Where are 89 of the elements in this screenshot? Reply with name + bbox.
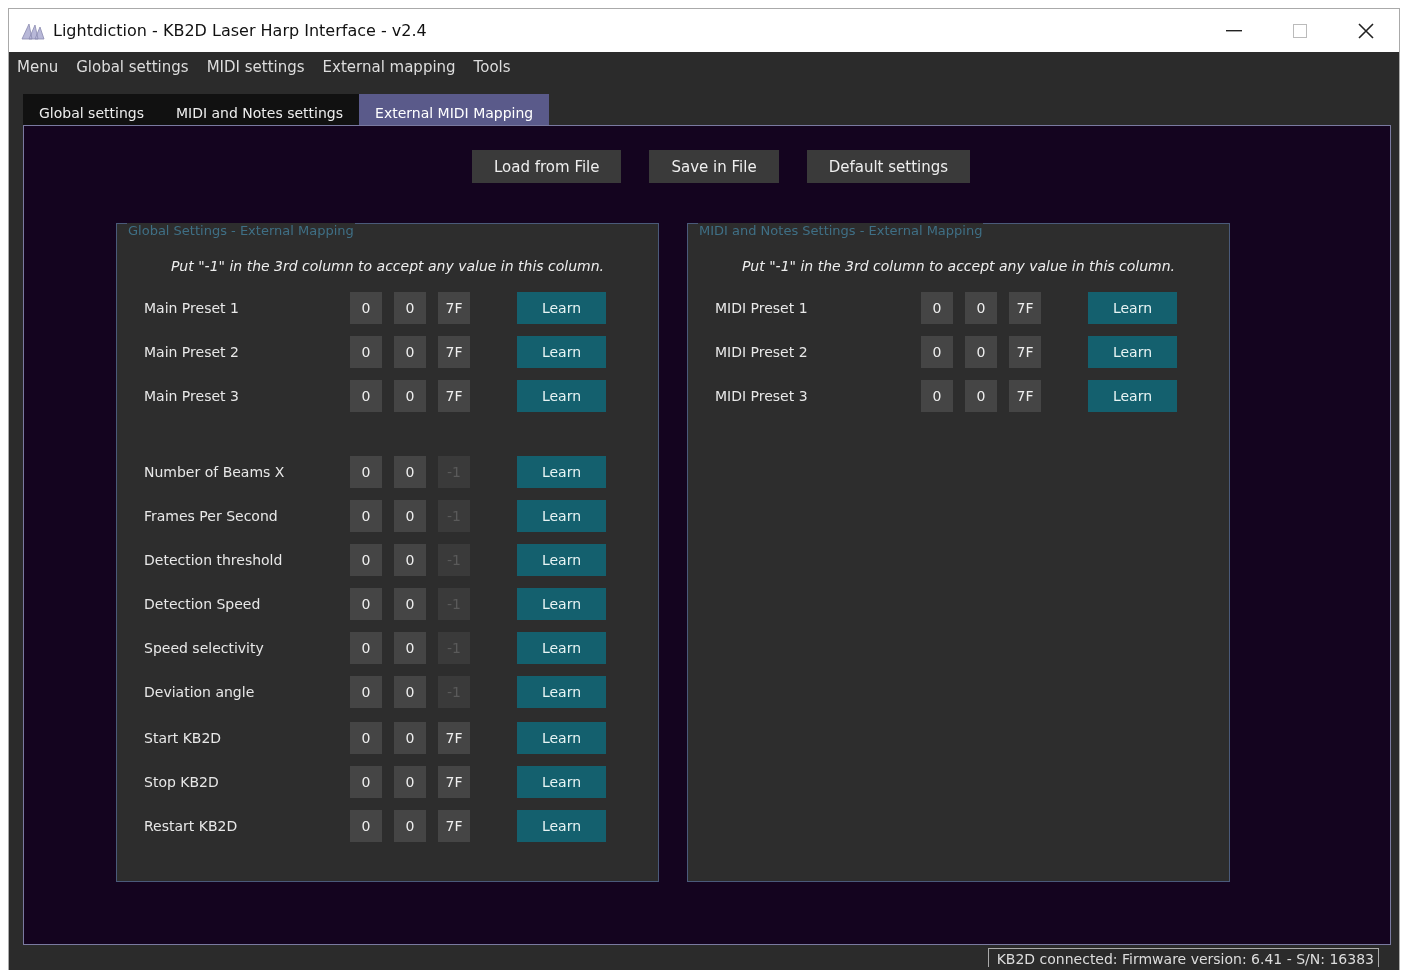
value-field[interactable]: 0: [394, 336, 426, 368]
learn-button[interactable]: Learn: [517, 336, 606, 368]
row-label: MIDI Preset 3: [715, 388, 809, 404]
learn-button[interactable]: Learn: [1088, 336, 1177, 368]
row-label: MIDI Preset 1: [715, 300, 809, 316]
hint-text: Put "-1" in the 3rd column to accept any value in this column.: [740, 258, 1177, 274]
minimize-icon[interactable]: [1226, 29, 1242, 32]
value-field[interactable]: 0: [350, 544, 382, 576]
row-label: Start KB2D: [144, 730, 223, 746]
value-field[interactable]: 0: [394, 588, 426, 620]
row-label: Restart KB2D: [144, 818, 239, 834]
menu-item[interactable]: Tools: [473, 58, 520, 76]
value-field[interactable]: 0: [350, 292, 382, 324]
learn-button[interactable]: Learn: [517, 722, 606, 754]
triangles-logo-icon: [21, 21, 45, 40]
value-field[interactable]: 7F: [438, 722, 470, 754]
learn-button[interactable]: Learn: [1088, 380, 1177, 412]
value-field[interactable]: 0: [394, 722, 426, 754]
value-field[interactable]: 0: [350, 676, 382, 708]
learn-button[interactable]: Learn: [517, 676, 606, 708]
row-label: Deviation angle: [144, 684, 256, 700]
value-field[interactable]: 0: [394, 676, 426, 708]
window-title: Lightdiction - KB2D Laser Harp Interface - v2.4: [53, 21, 428, 40]
learn-button[interactable]: Learn: [517, 810, 606, 842]
value-field[interactable]: 7F: [438, 336, 470, 368]
value-field[interactable]: 0: [350, 588, 382, 620]
value-field[interactable]: 7F: [438, 810, 470, 842]
row-label: Number of Beams X: [144, 464, 286, 480]
status-text: KB2D connected: Firmware version: 6.41 - S/N: 16383: [987, 948, 1379, 967]
value-field[interactable]: 0: [394, 292, 426, 324]
tab[interactable]: External MIDI Mapping: [359, 94, 550, 125]
row-label: Detection Speed: [144, 596, 262, 612]
value-field[interactable]: 0: [394, 380, 426, 412]
value-field[interactable]: 0: [350, 336, 382, 368]
action-button[interactable]: Save in File: [649, 150, 779, 183]
action-button[interactable]: Load from File: [471, 150, 622, 183]
menu-item[interactable]: MIDI settings: [206, 58, 314, 76]
hint-text: Put "-1" in the 3rd column to accept any value in this column.: [169, 258, 606, 274]
value-field[interactable]: 0: [394, 500, 426, 532]
learn-button[interactable]: Learn: [517, 456, 606, 488]
value-field[interactable]: 0: [350, 722, 382, 754]
learn-button[interactable]: Learn: [517, 632, 606, 664]
learn-button[interactable]: Learn: [517, 380, 606, 412]
value-field[interactable]: 7F: [438, 766, 470, 798]
row-label: Main Preset 3: [144, 388, 240, 404]
menu-item[interactable]: Menu: [17, 58, 68, 76]
value-field[interactable]: 0: [394, 632, 426, 664]
menu-item[interactable]: External mapping: [322, 58, 465, 76]
row-label: MIDI Preset 2: [715, 344, 809, 360]
value-field[interactable]: 0: [394, 456, 426, 488]
value-field[interactable]: 0: [921, 292, 953, 324]
value-field[interactable]: 7F: [1009, 336, 1041, 368]
row-label: Stop KB2D: [144, 774, 220, 790]
menu-item[interactable]: Global settings: [76, 58, 198, 76]
value-field[interactable]: 0: [350, 500, 382, 532]
value-field[interactable]: 0: [921, 336, 953, 368]
value-field[interactable]: 0: [350, 456, 382, 488]
value-field[interactable]: 0: [394, 766, 426, 798]
tab[interactable]: Global settings: [23, 94, 160, 125]
value-field[interactable]: 0: [350, 632, 382, 664]
tab[interactable]: MIDI and Notes settings: [159, 94, 360, 125]
value-field[interactable]: 0: [350, 766, 382, 798]
learn-button[interactable]: Learn: [517, 292, 606, 324]
value-field[interactable]: 7F: [438, 380, 470, 412]
close-icon[interactable]: [1358, 22, 1374, 39]
learn-button[interactable]: Learn: [517, 500, 606, 532]
value-field[interactable]: 7F: [438, 292, 470, 324]
row-label: Main Preset 1: [144, 300, 240, 316]
row-label: Frames Per Second: [144, 508, 279, 524]
row-label: Main Preset 2: [144, 344, 240, 360]
value-field[interactable]: 7F: [1009, 380, 1041, 412]
value-field[interactable]: 0: [965, 380, 997, 412]
learn-button[interactable]: Learn: [517, 588, 606, 620]
value-field[interactable]: 0: [394, 544, 426, 576]
value-field[interactable]: 0: [921, 380, 953, 412]
action-button[interactable]: Default settings: [806, 150, 971, 183]
learn-button[interactable]: Learn: [517, 766, 606, 798]
panel-title: Global Settings - External Mapping: [127, 223, 355, 238]
learn-button[interactable]: Learn: [1088, 292, 1177, 324]
value-field[interactable]: 0: [350, 810, 382, 842]
row-label: Speed selectivity: [144, 640, 265, 656]
learn-button[interactable]: Learn: [517, 544, 606, 576]
panel-title: MIDI and Notes Settings - External Mapping: [698, 223, 984, 238]
value-field[interactable]: 0: [965, 336, 997, 368]
value-field[interactable]: 7F: [1009, 292, 1041, 324]
value-field[interactable]: 0: [394, 810, 426, 842]
row-label: Detection threshold: [144, 552, 284, 568]
value-field[interactable]: 0: [350, 380, 382, 412]
value-field[interactable]: 0: [965, 292, 997, 324]
